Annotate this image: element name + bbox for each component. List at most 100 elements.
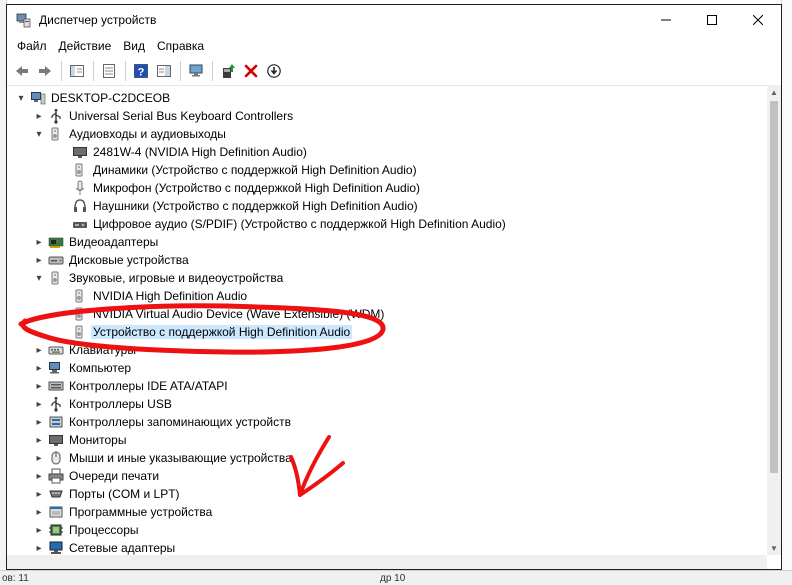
tree-device[interactable]: NVIDIA Virtual Audio Device (Wave Extens… [7, 305, 767, 323]
collapse-chevron-icon[interactable]: ▾ [15, 89, 27, 107]
maximize-button[interactable] [689, 5, 735, 35]
scroll-down-arrow[interactable]: ▼ [767, 541, 781, 555]
back-button[interactable] [11, 60, 33, 82]
vertical-scrollbar[interactable]: ▲ ▼ [767, 85, 781, 555]
menu-help[interactable]: Справка [151, 39, 210, 53]
scrollbar-thumb[interactable] [770, 101, 778, 473]
disable-device-icon [267, 64, 281, 78]
show-hide-console-tree-button[interactable] [66, 60, 88, 82]
tree-category[interactable]: ▸ Контроллеры IDE ATA/ATAPI [7, 377, 767, 395]
properties-button[interactable] [98, 60, 120, 82]
tree-root-label: DESKTOP-C2DCEOB [51, 91, 171, 105]
speaker-icon [72, 306, 88, 322]
action-view-button[interactable] [153, 60, 175, 82]
help-button[interactable]: ? [130, 60, 152, 82]
collapse-chevron-icon[interactable]: ▾ [33, 125, 45, 143]
tree-category[interactable]: ▸ Контроллеры запоминающих устройств [7, 413, 767, 431]
update-driver-icon [223, 64, 235, 78]
tree-category[interactable]: ▸ Программные устройства [7, 503, 767, 521]
expand-chevron-icon[interactable]: ▸ [33, 377, 45, 395]
expand-chevron-icon[interactable]: ▸ [33, 233, 45, 251]
tree-item-label: Программные устройства [69, 505, 213, 519]
expand-chevron-icon[interactable]: ▸ [33, 449, 45, 467]
tree-item-label: Мыши и иные указывающие устройства [69, 451, 292, 465]
minimize-button[interactable] [643, 5, 689, 35]
expand-chevron-icon[interactable]: ▸ [33, 251, 45, 269]
tree-device[interactable]: Динамики (Устройство с поддержкой High D… [7, 161, 767, 179]
tree-category[interactable]: ▸ Мыши и иные указывающие устройства [7, 449, 767, 467]
expand-chevron-icon[interactable]: ▸ [33, 107, 45, 125]
tree-category[interactable]: ▾ Аудиовходы и аудиовыходы [7, 125, 767, 143]
speaker-icon [48, 126, 64, 142]
tree-device[interactable]: Микрофон (Устройство с поддержкой High D… [7, 179, 767, 197]
expand-chevron-icon[interactable]: ▸ [33, 539, 45, 555]
tree-item-label: Устройство с поддержкой High Definition … [91, 325, 353, 339]
title-bar[interactable]: Диспетчер устройств [7, 5, 781, 35]
tree-device[interactable]: Цифровое аудио (S/PDIF) (Устройство с по… [7, 215, 767, 233]
software-device-icon [48, 504, 64, 520]
tree-category[interactable]: ▸ Клавиатуры [7, 341, 767, 359]
disable-device-button[interactable] [263, 60, 285, 82]
tree-category[interactable]: ▸ Дисковые устройства [7, 251, 767, 269]
update-driver-button[interactable] [217, 60, 239, 82]
monitor-icon [72, 144, 88, 160]
speaker-icon [72, 324, 88, 340]
tree-device[interactable]: Устройство с поддержкой High Definition … [7, 323, 767, 341]
expand-chevron-icon[interactable]: ▸ [33, 485, 45, 503]
tree-device[interactable]: 2481W-4 (NVIDIA High Definition Audio) [7, 143, 767, 161]
scroll-up-arrow[interactable]: ▲ [767, 85, 781, 99]
tree-category[interactable]: ▸ Мониторы [7, 431, 767, 449]
tree-category[interactable]: ▸ Контроллеры USB [7, 395, 767, 413]
tree-category[interactable]: ▸ Процессоры [7, 521, 767, 539]
tree-item-label: Процессоры [69, 523, 139, 537]
tree-category[interactable]: ▸ Очереди печати [7, 467, 767, 485]
close-icon [753, 15, 763, 25]
tree-device[interactable]: NVIDIA High Definition Audio [7, 287, 767, 305]
forward-button[interactable] [34, 60, 56, 82]
expand-chevron-icon[interactable]: ▸ [33, 395, 45, 413]
tree-category[interactable]: ▸ Universal Serial Bus Keyboard Controlle… [7, 107, 767, 125]
menu-file[interactable]: Файл [11, 39, 53, 53]
collapse-chevron-icon[interactable]: ▾ [33, 269, 45, 287]
network-adapter-icon [48, 540, 64, 555]
action-pane-icon [157, 65, 171, 77]
scan-hardware-button[interactable] [185, 60, 207, 82]
uninstall-device-button[interactable] [240, 60, 262, 82]
tree-category[interactable]: ▸ Сетевые адаптеры [7, 539, 767, 555]
device-manager-app-icon [15, 12, 31, 28]
forward-arrow-icon [39, 66, 51, 76]
toolbar-separator [212, 61, 213, 81]
svg-text:?: ? [138, 67, 145, 79]
tree-category[interactable]: ▾ Звуковые, игровые и видеоустройства [7, 269, 767, 287]
expand-chevron-icon[interactable]: ▸ [33, 431, 45, 449]
expand-chevron-icon[interactable]: ▸ [33, 521, 45, 539]
expand-chevron-icon[interactable]: ▸ [33, 359, 45, 377]
horizontal-scrollbar[interactable] [7, 555, 767, 569]
toolbar-separator [61, 61, 62, 81]
expand-chevron-icon[interactable]: ▸ [33, 413, 45, 431]
tree-category[interactable]: ▸ Компьютер [7, 359, 767, 377]
tree-category[interactable]: ▸ Видеоадаптеры [7, 233, 767, 251]
tree-category[interactable]: ▸ Порты (COM и LPT) [7, 485, 767, 503]
tree-device[interactable]: Наушники (Устройство с поддержкой High D… [7, 197, 767, 215]
tree-item-label: NVIDIA Virtual Audio Device (Wave Extens… [93, 307, 385, 321]
menu-action[interactable]: Действие [53, 39, 118, 53]
computer-icon [48, 360, 64, 376]
close-button[interactable] [735, 5, 781, 35]
tree-item-label: Порты (COM и LPT) [69, 487, 180, 501]
toolbar: ? [7, 57, 781, 86]
storage-controller-icon [48, 414, 64, 430]
expand-chevron-icon[interactable]: ▸ [33, 341, 45, 359]
display-adapter-icon [48, 234, 64, 250]
tree-root[interactable]: ▾ DESKTOP-C2DCEOB [7, 89, 767, 107]
speaker-icon [72, 288, 88, 304]
minimize-icon [661, 19, 671, 21]
microphone-icon [72, 180, 88, 196]
expand-chevron-icon[interactable]: ▸ [33, 503, 45, 521]
expand-chevron-icon[interactable]: ▸ [33, 467, 45, 485]
menu-view[interactable]: Вид [117, 39, 151, 53]
